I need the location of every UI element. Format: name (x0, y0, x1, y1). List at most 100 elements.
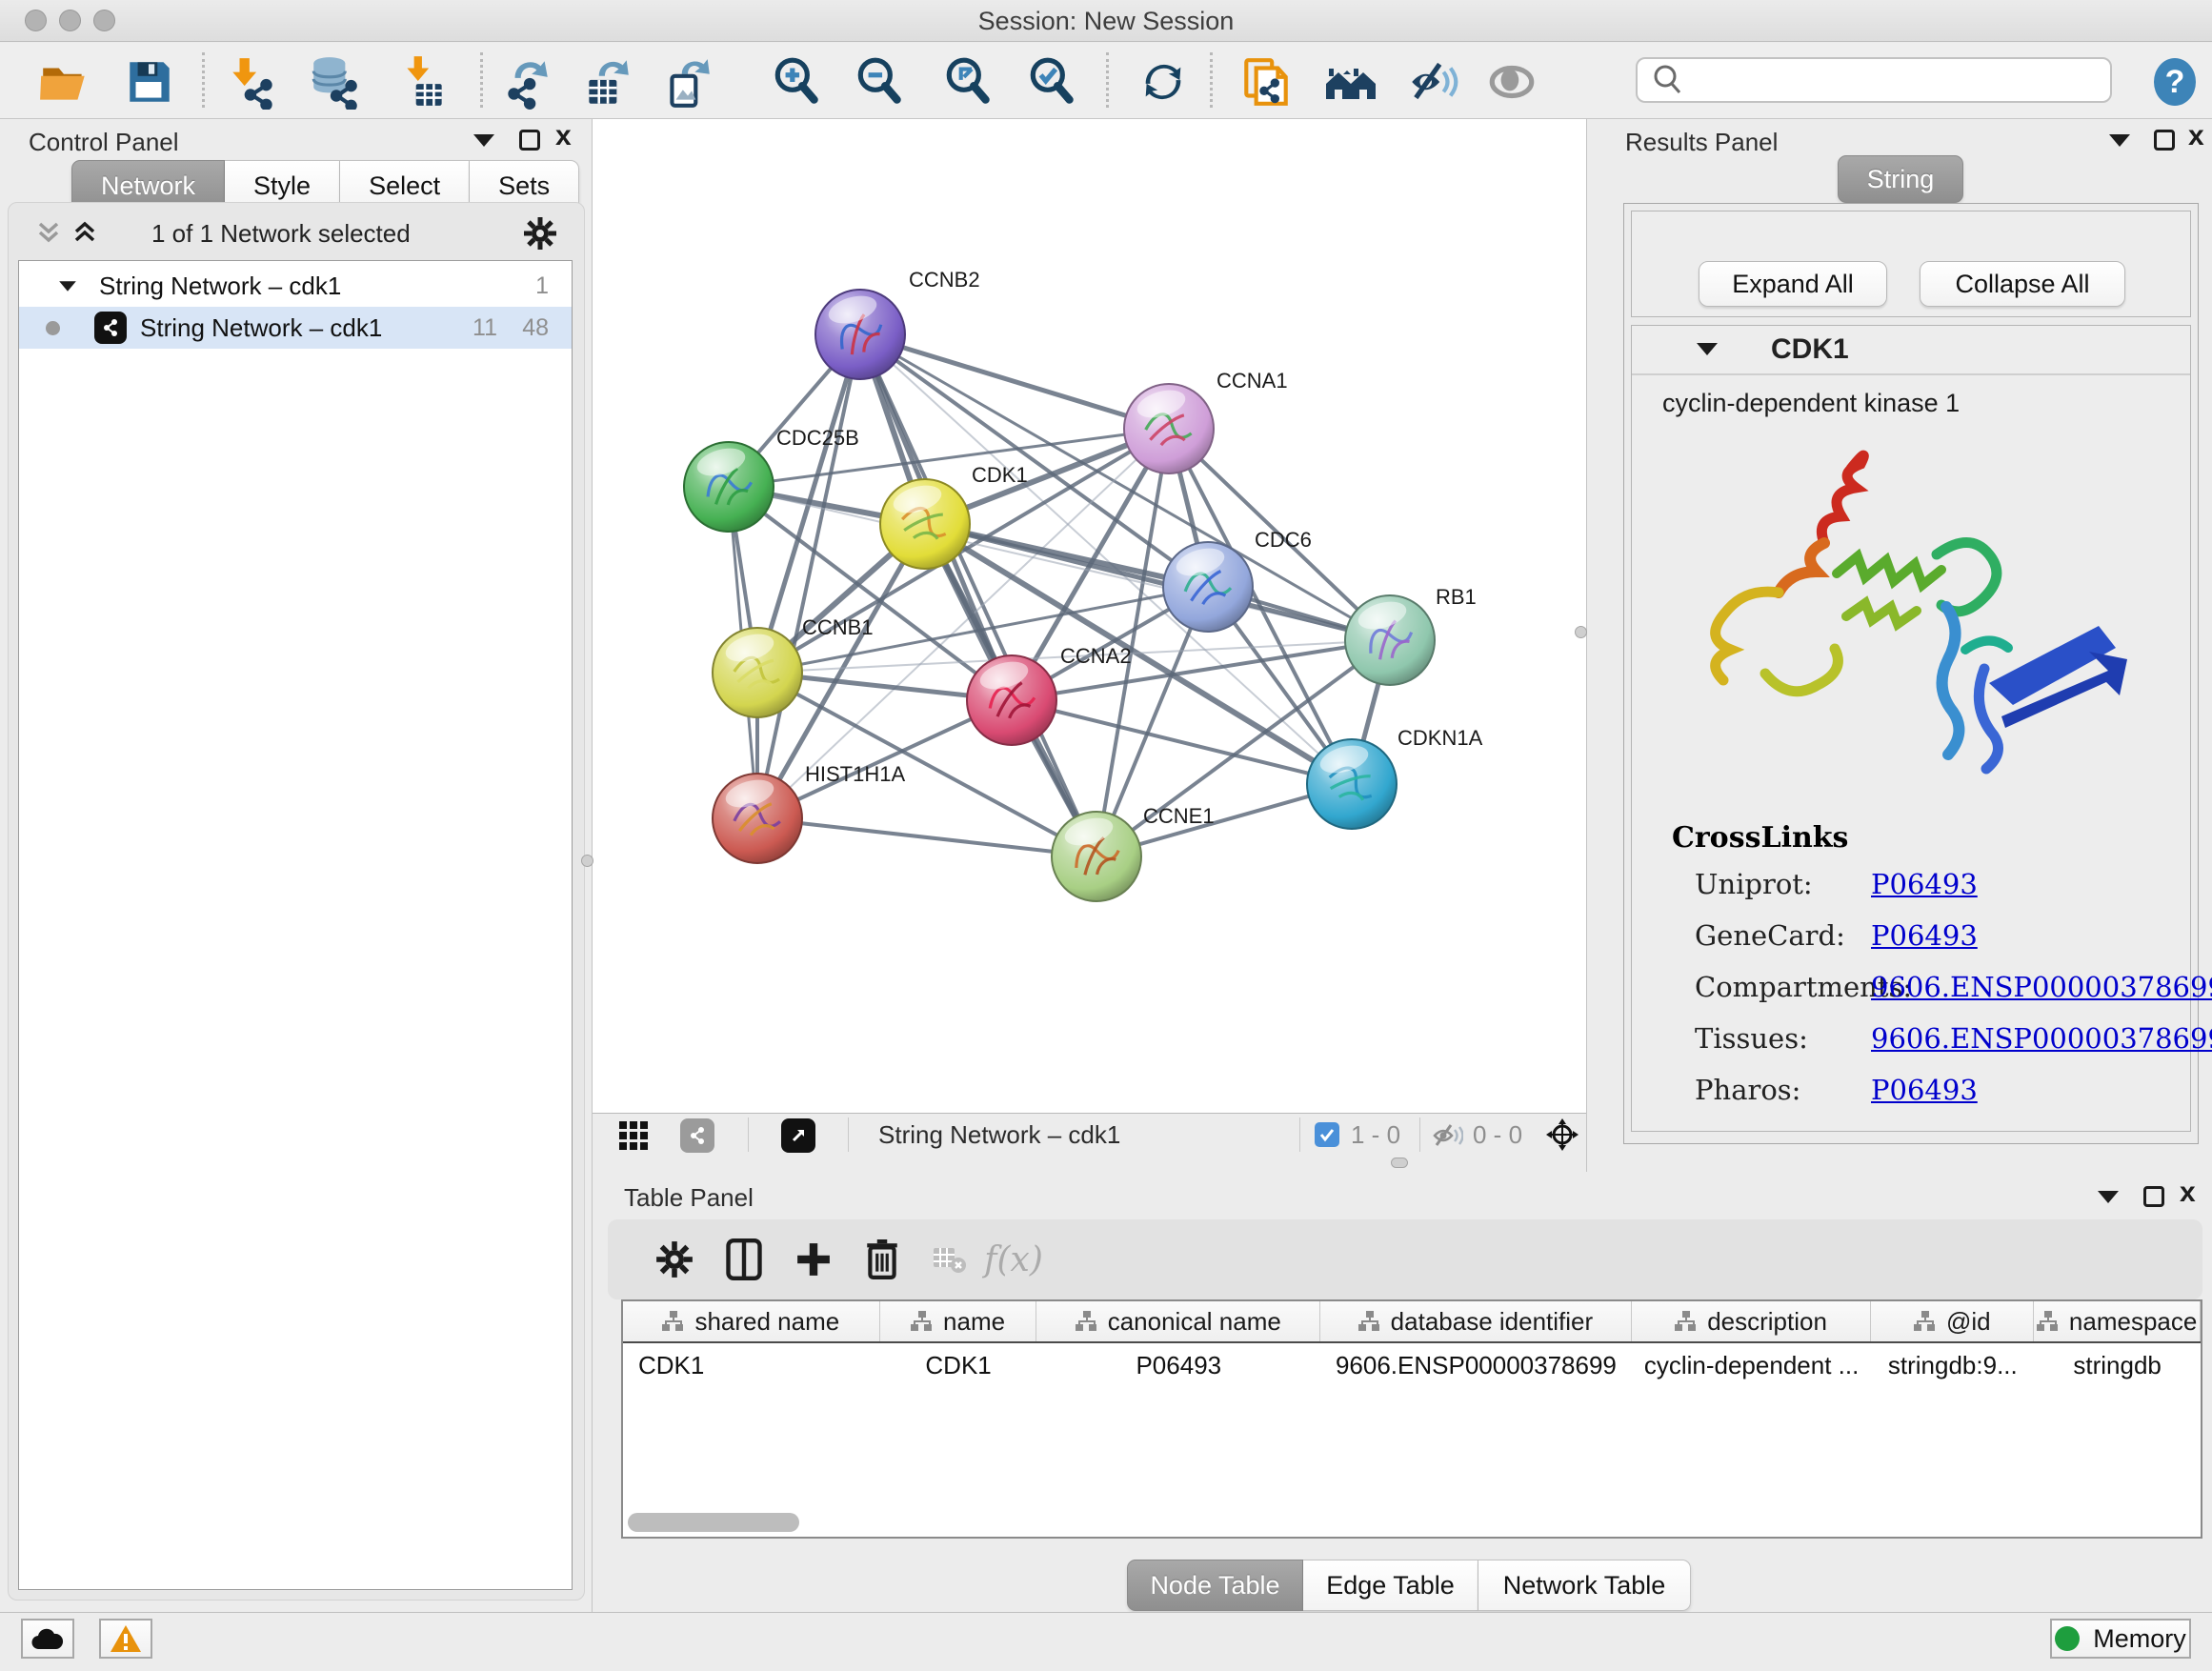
zoom-in-button[interactable] (768, 52, 827, 111)
save-session-button[interactable] (120, 52, 179, 111)
close-panel-icon[interactable]: x (2180, 1182, 2196, 1203)
grid-view-icon[interactable] (619, 1121, 648, 1150)
export-image-icon (660, 54, 715, 110)
tab-string[interactable]: String (1838, 155, 1963, 203)
column-label: namespace (2069, 1307, 2197, 1337)
tab-node-table[interactable]: Node Table (1127, 1560, 1303, 1611)
toolbar-separator (480, 52, 483, 108)
float-panel-icon[interactable] (2109, 134, 2130, 147)
tab-edge-table[interactable]: Edge Table (1303, 1560, 1478, 1611)
collapse-gene-icon[interactable] (1697, 343, 1718, 355)
network-node-CDC6[interactable] (1163, 542, 1253, 632)
column-header-shared-name[interactable]: shared name (623, 1301, 880, 1341)
tab-network-table[interactable]: Network Table (1478, 1560, 1691, 1611)
collapse-all-button[interactable]: Collapse All (1920, 261, 2125, 307)
horizontal-scrollbar-thumb[interactable] (628, 1513, 799, 1532)
expand-all-icon[interactable] (71, 220, 98, 247)
network-share-icon[interactable] (680, 1118, 714, 1153)
network-node-RB1[interactable] (1345, 595, 1435, 685)
network-node-CCNE1[interactable] (1052, 812, 1141, 901)
help-button[interactable]: ? (2145, 52, 2204, 111)
birdseye-icon[interactable] (1545, 1117, 1579, 1152)
status-bar: Memory (0, 1612, 2212, 1671)
clone-network-button[interactable] (1237, 52, 1296, 111)
memory-button[interactable]: Memory (2050, 1619, 2191, 1659)
select-columns-button[interactable] (717, 1233, 771, 1286)
network-collection-row[interactable]: String Network – cdk1 1 (19, 265, 572, 307)
network-edge[interactable] (860, 334, 1169, 429)
table-type-tabs: Node TableEdge TableNetwork Table (1127, 1560, 1691, 1611)
collapse-all-icon[interactable] (35, 220, 62, 247)
cloud-button[interactable] (21, 1619, 74, 1659)
crosslink-link[interactable]: 9606.ENSP00000378699 (1871, 1022, 2212, 1055)
right-splitter-handle[interactable] (1575, 626, 1587, 638)
selected-checkbox[interactable] (1315, 1122, 1339, 1147)
crosslink-link[interactable]: 9606.ENSP00000378699 (1871, 971, 2212, 1003)
column-header-database-identifier[interactable]: database identifier (1320, 1301, 1632, 1341)
open-file-button[interactable] (35, 52, 94, 111)
network-node-CCNA2[interactable] (967, 655, 1056, 745)
show-all-button[interactable] (1482, 52, 1541, 111)
network-edge[interactable] (757, 818, 1096, 856)
export-image-button[interactable] (658, 52, 717, 111)
zoom-out-button[interactable] (851, 52, 910, 111)
add-column-button[interactable] (787, 1233, 840, 1286)
column-header-namespace[interactable]: namespace (2034, 1301, 2201, 1341)
import-network-database-button[interactable] (306, 52, 365, 111)
left-splitter-handle[interactable] (581, 855, 593, 867)
network-node-CCNA1[interactable] (1124, 384, 1214, 473)
gene-header[interactable]: CDK1 (1632, 326, 2190, 375)
network-node-CCNB2[interactable] (815, 290, 905, 379)
close-panel-icon[interactable]: x (555, 126, 572, 147)
table-settings-button[interactable] (648, 1233, 701, 1286)
node-label-CCNA2: CCNA2 (1060, 644, 1132, 668)
float-panel-icon[interactable] (2098, 1191, 2119, 1203)
close-panel-icon[interactable]: x (2188, 126, 2204, 147)
hide-selected-button[interactable] (1404, 52, 1463, 111)
gear-icon[interactable] (523, 216, 557, 251)
column-header-name[interactable]: name (880, 1301, 1037, 1341)
table-row[interactable]: CDK1CDK1P064939606.ENSP00000378699cyclin… (623, 1345, 2201, 1385)
import-network-file-button[interactable] (224, 52, 283, 111)
export-network-button[interactable] (497, 52, 556, 111)
maximize-panel-icon[interactable] (519, 130, 540, 151)
first-neighbors-button[interactable] (1321, 52, 1380, 111)
network-node-CDK1[interactable] (880, 479, 970, 569)
maximize-panel-icon[interactable] (2143, 1186, 2164, 1207)
column-label: description (1707, 1307, 1827, 1337)
separator (1299, 1117, 1300, 1152)
warning-icon (110, 1624, 142, 1653)
network-node-HIST1H1A[interactable] (713, 774, 802, 863)
maximize-panel-icon[interactable] (2154, 130, 2175, 151)
crosslink-link[interactable]: P06493 (1871, 868, 1978, 900)
float-panel-icon[interactable] (473, 134, 494, 147)
network-edge[interactable] (925, 524, 1390, 640)
warnings-button[interactable] (99, 1619, 152, 1659)
tree-expand-icon[interactable] (59, 281, 76, 291)
search-input[interactable] (1687, 66, 2110, 95)
network-selection-status: 1 of 1 Network selected (151, 219, 411, 249)
network-canvas[interactable]: CCNB2CCNA1CDC25BCDK1CDC6RB1CCNB1CCNA2CDK… (593, 119, 1586, 1113)
crosslink-link[interactable]: P06493 (1871, 919, 1978, 952)
network-row-selected[interactable]: String Network – cdk1 11 48 (19, 307, 572, 349)
column-header-description[interactable]: description (1632, 1301, 1872, 1341)
crosslink-link[interactable]: P06493 (1871, 1074, 1978, 1106)
network-node-CCNB1[interactable] (713, 628, 802, 717)
network-node-CDC25B[interactable] (684, 442, 774, 532)
column-header-canonical-name[interactable]: canonical name (1036, 1301, 1320, 1341)
expand-all-button[interactable]: Expand All (1699, 261, 1887, 307)
import-table-file-button[interactable] (394, 52, 453, 111)
network-node-CDKN1A[interactable] (1307, 739, 1397, 829)
zoom-selected-button[interactable] (1023, 52, 1082, 111)
open-in-window-icon[interactable] (781, 1118, 815, 1153)
delete-column-button[interactable] (855, 1233, 909, 1286)
gene-name: CDK1 (1771, 333, 1849, 366)
string-results-container: Expand All Collapse All CDK1 cyclin-depe… (1623, 203, 2199, 1144)
cytoscape-window: Session: New Session (0, 0, 2212, 1671)
export-table-button[interactable] (577, 52, 636, 111)
refresh-view-button[interactable] (1134, 52, 1193, 111)
column-header-@id[interactable]: @id (1871, 1301, 2034, 1341)
bottom-splitter-handle[interactable] (1391, 1158, 1408, 1168)
column-label: name (943, 1307, 1005, 1337)
zoom-fit-button[interactable] (939, 52, 998, 111)
